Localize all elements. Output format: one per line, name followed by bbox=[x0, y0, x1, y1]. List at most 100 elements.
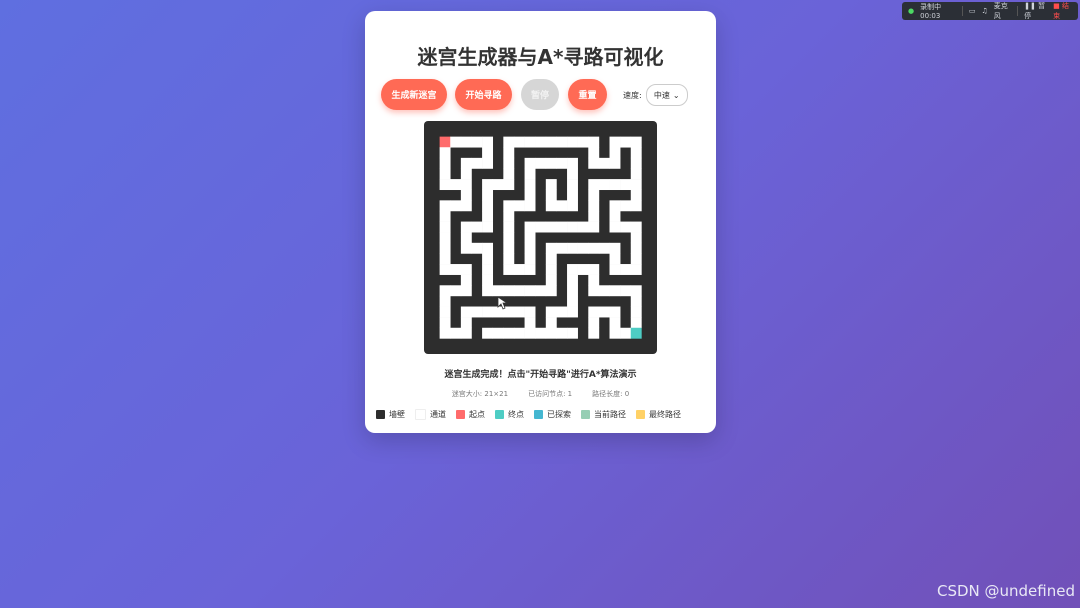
maze-cell-path bbox=[460, 274, 472, 286]
maze-cell-path bbox=[524, 157, 536, 169]
maze-cell-path bbox=[609, 136, 621, 148]
pause-record-button[interactable]: ❚❚ 暂停 bbox=[1024, 1, 1047, 21]
maze-cell-path bbox=[482, 210, 494, 222]
maze-cell-path bbox=[567, 306, 578, 318]
maze-cell-path bbox=[482, 200, 494, 212]
reset-button[interactable]: 重置 bbox=[568, 79, 607, 110]
maze-cell-path bbox=[630, 242, 642, 254]
maze-cell-path bbox=[460, 157, 472, 169]
legend: 墙壁 通道 起点 终点 已探索 当前路径 最终路径 bbox=[376, 409, 681, 420]
maze-cell-path bbox=[503, 147, 515, 159]
maze-cell-path bbox=[588, 179, 600, 191]
maze-cell-path bbox=[609, 306, 621, 318]
maze-cell-path bbox=[439, 200, 451, 212]
maze-cell-path bbox=[439, 179, 451, 191]
microphone-icon[interactable]: ♫ bbox=[982, 7, 988, 15]
maze-cell-path bbox=[524, 200, 536, 212]
mic-label: 麦克风 bbox=[993, 2, 1008, 20]
maze-cell-path bbox=[630, 147, 642, 159]
generate-maze-button[interactable]: 生成新迷宫 bbox=[381, 79, 447, 110]
maze-cell-path bbox=[439, 264, 451, 275]
maze-cell-path bbox=[482, 306, 494, 318]
maze-cell-path bbox=[482, 327, 494, 339]
speed-select[interactable]: 中速 ⌄ bbox=[645, 84, 688, 106]
maze-cell-path bbox=[460, 200, 472, 212]
maze-cell-path bbox=[567, 221, 578, 233]
maze-cell-path bbox=[609, 327, 621, 339]
maze-cell-path bbox=[620, 200, 632, 212]
start-pathfinding-button[interactable]: 开始寻路 bbox=[455, 79, 512, 110]
maze-cell-path bbox=[630, 285, 642, 297]
maze-cell-path bbox=[588, 200, 600, 212]
maze-cell-path bbox=[567, 179, 578, 191]
path-length-stat: 路径长度: 0 bbox=[592, 390, 630, 398]
pause-button[interactable]: 暂停 bbox=[521, 79, 559, 110]
maze-cell-path bbox=[460, 327, 472, 339]
legend-item-explored: 已探索 bbox=[534, 409, 571, 420]
maze-cell-path bbox=[588, 157, 600, 169]
maze-cell-path bbox=[545, 200, 557, 212]
maze-cell-path bbox=[588, 221, 600, 233]
maze-cell-path bbox=[450, 200, 462, 212]
maze-cell-path bbox=[598, 157, 610, 169]
camera-icon[interactable]: ▭ bbox=[969, 7, 976, 15]
maze-cell-path bbox=[620, 327, 632, 339]
maze-cell-path bbox=[556, 200, 568, 212]
maze-cell-path bbox=[503, 264, 515, 275]
maze-cell-path bbox=[630, 136, 642, 148]
legend-label: 最终路径 bbox=[649, 410, 681, 419]
maze-cell-path bbox=[524, 221, 536, 233]
maze-cell-path bbox=[598, 179, 610, 191]
maze-cell-path bbox=[524, 253, 536, 265]
maze-cell-path bbox=[482, 285, 494, 297]
maze-cell-path bbox=[439, 306, 451, 318]
maze-cell-path bbox=[588, 242, 600, 254]
maze-cell-path bbox=[460, 168, 472, 180]
maze-cell-path bbox=[609, 200, 621, 212]
maze-cell-path bbox=[556, 157, 568, 169]
maze-cell-path bbox=[545, 179, 557, 191]
maze-cell-path bbox=[524, 136, 536, 148]
maze-cell-path bbox=[450, 136, 462, 148]
maze-cell-path bbox=[630, 179, 642, 191]
legend-label: 墙壁 bbox=[389, 410, 405, 419]
maze-cell-path bbox=[439, 157, 451, 169]
maze-cell-path bbox=[588, 285, 600, 297]
maze-cell-path bbox=[524, 285, 536, 297]
legend-label: 终点 bbox=[508, 410, 524, 419]
maze-cell-path bbox=[630, 264, 642, 275]
maze-cell-path bbox=[598, 306, 610, 318]
maze-cell-path bbox=[471, 136, 483, 148]
maze-cell-path bbox=[524, 232, 536, 244]
maze-cell-path bbox=[439, 327, 451, 339]
maze-cell-path bbox=[609, 157, 621, 169]
maze-cell-path bbox=[545, 253, 557, 265]
legend-label: 通道 bbox=[430, 410, 446, 419]
maze-cell-path bbox=[567, 189, 578, 201]
maze-cell-path bbox=[588, 189, 600, 201]
maze-canvas[interactable] bbox=[424, 121, 657, 354]
maze-cell-path bbox=[588, 327, 600, 339]
visited-nodes-stat: 已访问节点: 1 bbox=[528, 390, 573, 398]
legend-swatch bbox=[581, 410, 590, 419]
maze-cell-path bbox=[567, 168, 578, 180]
maze-cell-path bbox=[630, 295, 642, 307]
legend-item-start: 起点 bbox=[456, 409, 485, 420]
maze-cell-path bbox=[567, 200, 578, 212]
maze-cell-path bbox=[545, 136, 557, 148]
maze-cell-path bbox=[460, 189, 472, 201]
maze-cell-path bbox=[503, 242, 515, 254]
maze-cell-path bbox=[545, 221, 557, 233]
stop-record-button[interactable]: ■ 结束 bbox=[1053, 1, 1072, 21]
maze-cell-path bbox=[482, 274, 494, 286]
toolbar-divider bbox=[1017, 6, 1019, 16]
maze-cell-path bbox=[482, 136, 494, 148]
maze-cell-path bbox=[471, 242, 483, 254]
maze-cell-path bbox=[482, 253, 494, 265]
maze-cell-path bbox=[567, 274, 578, 286]
maze-cell-path bbox=[503, 179, 515, 191]
maze-cell-path bbox=[620, 264, 632, 275]
legend-swatch bbox=[495, 410, 504, 419]
maze-cell-path bbox=[524, 327, 536, 339]
maze-cell-path bbox=[460, 264, 472, 275]
